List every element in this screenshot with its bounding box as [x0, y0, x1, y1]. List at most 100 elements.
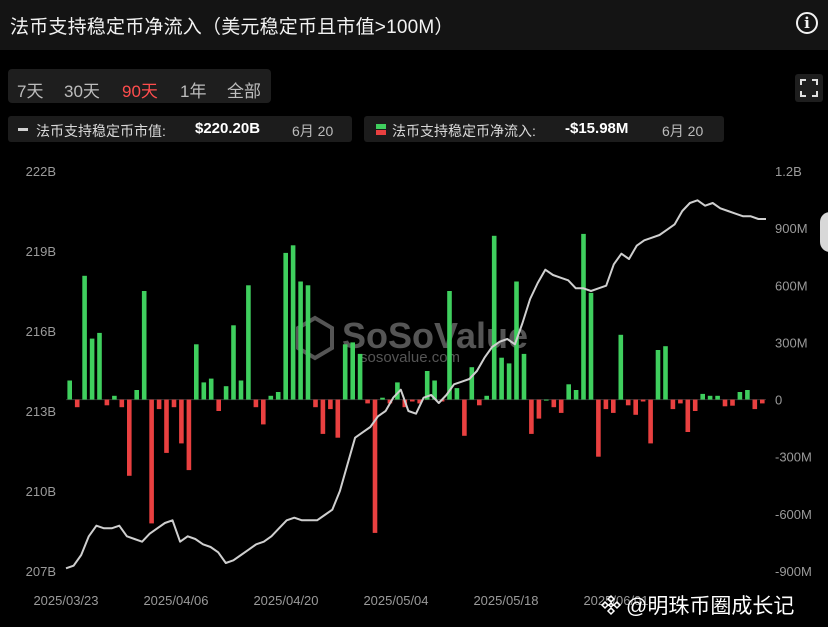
- net-inflow-bar[interactable]: [730, 399, 735, 406]
- net-inflow-bar[interactable]: [380, 397, 385, 400]
- net-inflow-bar[interactable]: [97, 332, 102, 400]
- net-inflow-bar[interactable]: [186, 399, 192, 471]
- right-axis-tick: 1.2B: [775, 164, 802, 179]
- net-inflow-bar[interactable]: [566, 384, 571, 400]
- net-inflow-bar[interactable]: [216, 399, 221, 411]
- net-inflow-bar[interactable]: [529, 399, 534, 434]
- net-inflow-bar[interactable]: [447, 291, 452, 400]
- net-inflow-bar[interactable]: [618, 334, 624, 400]
- net-inflow-bar[interactable]: [625, 399, 631, 406]
- net-inflow-bar[interactable]: [752, 399, 758, 410]
- net-inflow-bar[interactable]: [640, 399, 646, 402]
- net-inflow-bar[interactable]: [268, 395, 274, 400]
- net-inflow-bar[interactable]: [305, 285, 311, 400]
- net-inflow-bar[interactable]: [261, 399, 266, 425]
- left-axis-tick: 210B: [26, 484, 56, 499]
- net-inflow-bar[interactable]: [134, 390, 139, 400]
- net-inflow-bar[interactable]: [588, 292, 594, 400]
- net-inflow-bar[interactable]: [223, 386, 229, 400]
- chart-area: SoSoValue sosovalue.com 222B219B216B213B…: [26, 164, 812, 608]
- net-inflow-bar[interactable]: [737, 392, 743, 400]
- net-inflow-bar[interactable]: [678, 399, 683, 404]
- net-inflow-bar[interactable]: [149, 399, 154, 524]
- x-axis-tick: 2025/05/04: [363, 593, 428, 608]
- net-inflow-bar[interactable]: [246, 285, 251, 400]
- net-inflow-bar[interactable]: [685, 399, 691, 432]
- net-inflow-bar[interactable]: [558, 399, 564, 413]
- net-inflow-bar[interactable]: [454, 388, 460, 400]
- net-inflow-bar[interactable]: [521, 353, 527, 400]
- net-inflow-bar[interactable]: [201, 382, 207, 400]
- net-inflow-bar[interactable]: [141, 291, 147, 400]
- net-inflow-bar[interactable]: [67, 380, 72, 400]
- left-axis-tick: 213B: [26, 404, 56, 419]
- net-inflow-bar[interactable]: [760, 399, 765, 404]
- net-inflow-bar[interactable]: [499, 357, 504, 400]
- net-inflow-bar[interactable]: [611, 399, 616, 413]
- net-inflow-bar[interactable]: [663, 346, 668, 400]
- net-inflow-bar[interactable]: [536, 399, 542, 419]
- net-inflow-bar[interactable]: [119, 399, 125, 408]
- net-inflow-bar[interactable]: [692, 399, 698, 411]
- net-inflow-bar[interactable]: [715, 395, 720, 400]
- binance-logo-icon: [600, 594, 622, 616]
- net-inflow-bar[interactable]: [208, 378, 214, 400]
- x-axis-tick: 2025/04/20: [253, 593, 318, 608]
- net-inflow-bar[interactable]: [745, 390, 750, 400]
- net-inflow-bar[interactable]: [74, 399, 80, 408]
- net-inflow-bar[interactable]: [596, 399, 601, 457]
- x-axis-tick: 2025/05/18: [473, 593, 538, 608]
- footer-text: @明珠币圈成长记: [626, 595, 795, 618]
- net-inflow-bar[interactable]: [469, 367, 475, 400]
- net-inflow-bar[interactable]: [171, 399, 177, 408]
- net-inflow-bar[interactable]: [313, 399, 318, 408]
- net-inflow-bar[interactable]: [275, 392, 281, 400]
- net-inflow-bar[interactable]: [365, 399, 370, 404]
- net-inflow-bar[interactable]: [104, 399, 110, 406]
- net-inflow-bar[interactable]: [603, 399, 609, 410]
- left-axis-tick: 216B: [26, 324, 56, 339]
- net-inflow-bar[interactable]: [655, 350, 661, 400]
- net-inflow-bar[interactable]: [231, 325, 236, 400]
- net-inflow-bar[interactable]: [722, 399, 728, 407]
- net-inflow-bar[interactable]: [335, 399, 341, 438]
- net-inflow-bar[interactable]: [283, 252, 288, 400]
- side-scroll-handle[interactable]: [820, 212, 828, 252]
- net-inflow-bar[interactable]: [648, 399, 653, 444]
- net-inflow-bar[interactable]: [700, 393, 705, 400]
- net-inflow-bar[interactable]: [156, 399, 162, 410]
- net-inflow-bar[interactable]: [506, 363, 512, 400]
- net-inflow-bar[interactable]: [357, 353, 363, 400]
- net-inflow-bar[interactable]: [350, 342, 355, 400]
- net-inflow-bar[interactable]: [328, 399, 333, 410]
- market-cap-line[interactable]: [65, 199, 766, 570]
- net-inflow-bar[interactable]: [551, 399, 557, 408]
- net-inflow-bar[interactable]: [253, 399, 259, 408]
- net-inflow-bar[interactable]: [238, 380, 244, 400]
- net-inflow-bar[interactable]: [298, 281, 303, 400]
- net-inflow-bar[interactable]: [112, 395, 117, 400]
- net-inflow-bar[interactable]: [179, 399, 184, 444]
- net-inflow-bar[interactable]: [410, 399, 415, 402]
- net-inflow-bar[interactable]: [82, 275, 87, 400]
- net-inflow-bar[interactable]: [342, 344, 348, 400]
- net-inflow-bar[interactable]: [581, 233, 586, 400]
- net-inflow-bar[interactable]: [670, 399, 676, 410]
- net-inflow-bar[interactable]: [707, 395, 713, 400]
- net-inflow-bar[interactable]: [462, 399, 467, 436]
- net-inflow-bar[interactable]: [290, 245, 296, 400]
- net-inflow-bar[interactable]: [477, 399, 482, 406]
- net-inflow-bar[interactable]: [484, 395, 489, 400]
- net-inflow-bar[interactable]: [320, 399, 326, 434]
- net-inflow-bar[interactable]: [573, 390, 579, 400]
- net-inflow-bar[interactable]: [491, 235, 497, 400]
- net-inflow-bar[interactable]: [544, 399, 549, 401]
- x-axis-tick: 2025/03/23: [33, 593, 98, 608]
- net-inflow-bar[interactable]: [194, 344, 199, 400]
- right-axis-tick: 600M: [775, 278, 808, 293]
- footer-author: @明珠币圈成长记: [600, 590, 794, 620]
- net-inflow-bar[interactable]: [127, 399, 132, 476]
- net-inflow-bar[interactable]: [164, 399, 169, 453]
- net-inflow-bar[interactable]: [89, 338, 95, 400]
- net-inflow-bar[interactable]: [633, 399, 638, 415]
